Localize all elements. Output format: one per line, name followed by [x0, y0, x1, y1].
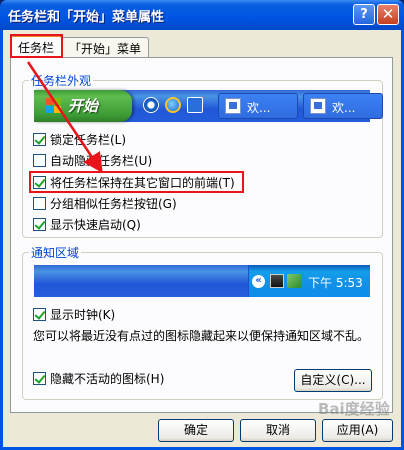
window-icon: [310, 98, 326, 114]
notification-description: 您可以将最近没有点过的图标隐藏起来以便保持通知区域不乱。: [33, 329, 370, 343]
ok-button[interactable]: 确定: [158, 419, 234, 442]
hide-inactive-checkbox[interactable]: [33, 372, 46, 385]
help-button[interactable]: ?: [353, 4, 375, 25]
group-buttons-label[interactable]: 分组相似任务栏按钮(G): [50, 195, 177, 212]
cancel-button[interactable]: 取消: [240, 419, 316, 442]
clock-text: 下午 5:53: [308, 276, 363, 290]
notification-group-title: 通知区域: [29, 244, 82, 261]
apply-button[interactable]: 应用(A): [322, 419, 393, 442]
media-player-icon: [143, 97, 159, 113]
window-title: 任务栏和「开始」菜单属性: [8, 10, 165, 25]
show-clock-checkbox[interactable]: [33, 308, 46, 321]
quick-launch-checkbox[interactable]: [33, 218, 46, 231]
customize-button[interactable]: 自定义(C)...: [294, 369, 372, 392]
auto-hide-label[interactable]: 自动隐藏任务栏(U): [50, 152, 152, 169]
lock-taskbar-label[interactable]: 锁定任务栏(L): [50, 131, 126, 148]
sound-icon: [287, 274, 301, 288]
chevron-left-icon: «: [252, 275, 265, 288]
close-button[interactable]: ✕: [377, 4, 399, 25]
ie-icon: [165, 97, 181, 113]
quick-launch-label[interactable]: 显示快速启动(Q): [50, 216, 141, 233]
start-label: 开始: [68, 97, 99, 115]
tab-start-menu[interactable]: 「开始」菜单: [61, 37, 150, 57]
appearance-group-title: 任务栏外观: [29, 72, 94, 89]
windows-logo-icon: [46, 98, 62, 114]
show-clock-label[interactable]: 显示时钟(K): [50, 306, 115, 323]
watermark: Bai度经验: [318, 400, 390, 418]
hide-inactive-label[interactable]: 隐藏不活动的图标(H): [50, 370, 164, 387]
group-buttons-checkbox[interactable]: [33, 197, 46, 210]
annotation-highlight-tab: [10, 34, 63, 58]
annotation-highlight-option: [29, 171, 244, 193]
lock-taskbar-checkbox[interactable]: [33, 133, 46, 146]
window-icon: [225, 98, 241, 114]
auto-hide-checkbox[interactable]: [33, 154, 46, 167]
network-icon: [270, 274, 284, 288]
show-desktop-icon: [187, 97, 203, 113]
